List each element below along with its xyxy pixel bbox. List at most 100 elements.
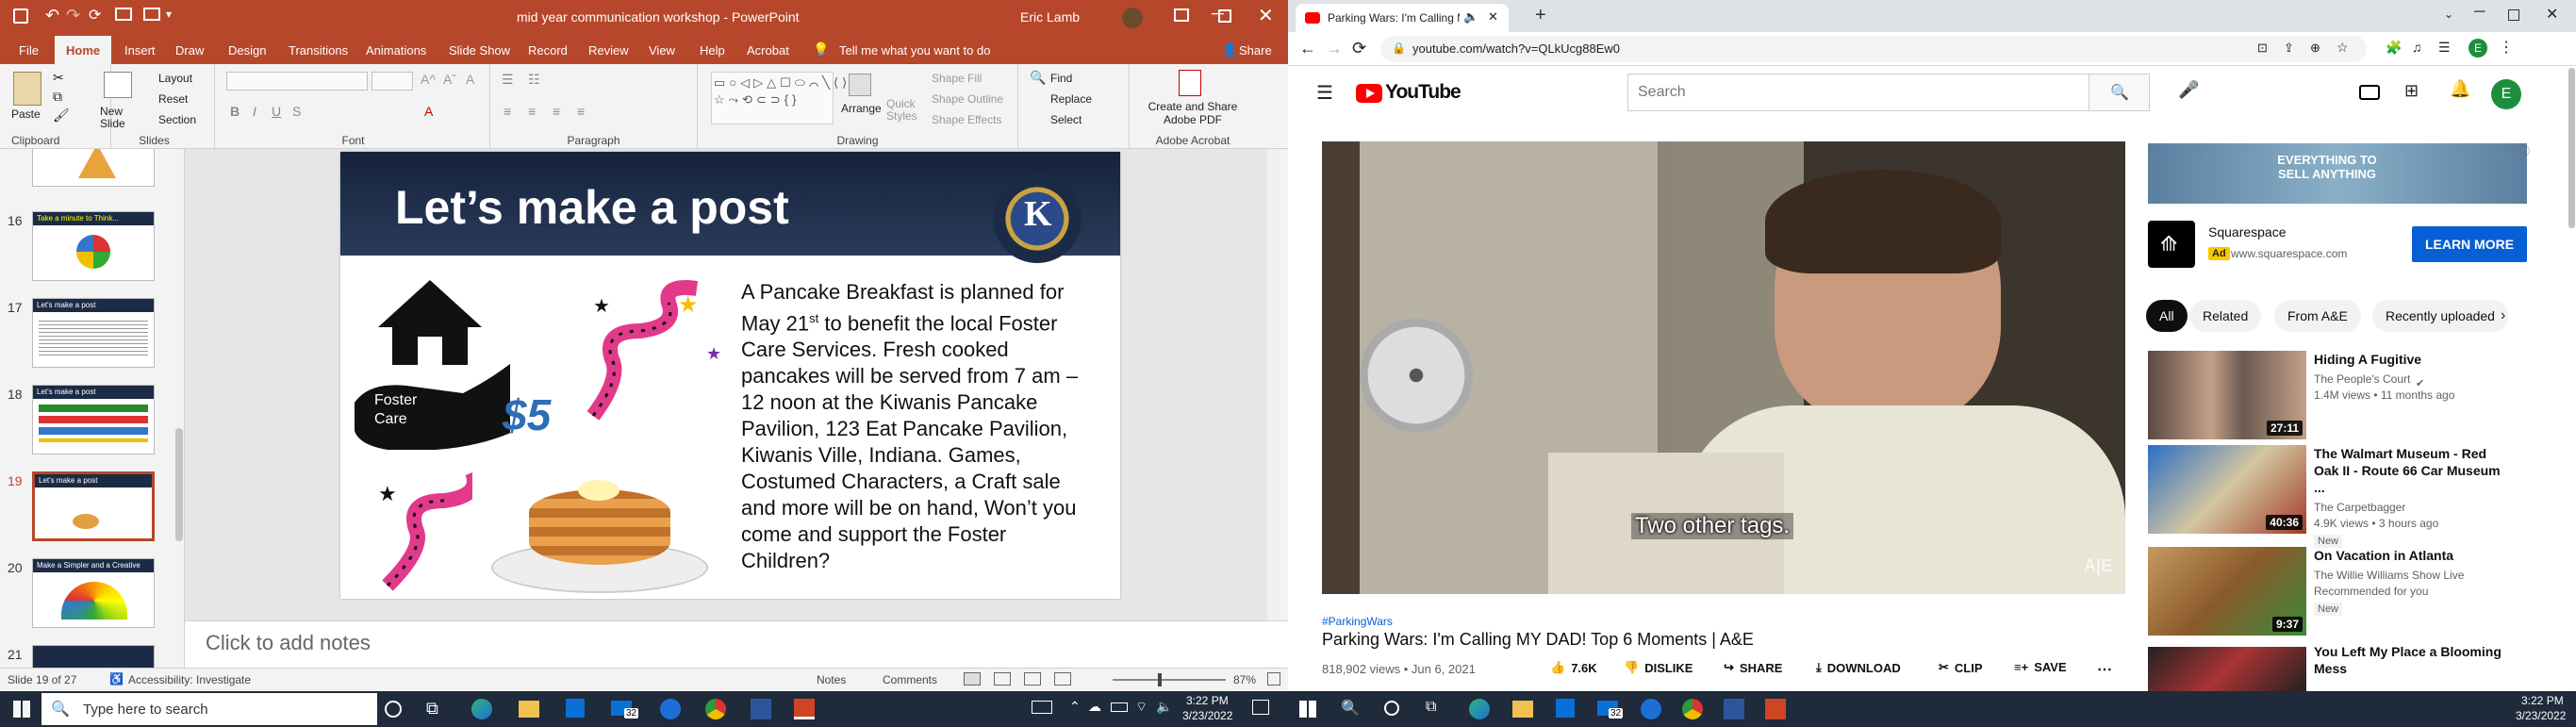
cut-icon[interactable]: ✂ <box>53 70 64 86</box>
video-player[interactable]: Two other tags. A|E <box>1322 141 2125 594</box>
ad-url[interactable]: www.squarespace.com <box>2231 247 2347 260</box>
tell-me-search[interactable]: Tell me what you want to do <box>839 43 990 58</box>
thumb-scrollbar[interactable] <box>175 428 183 541</box>
refresh-icon[interactable]: ⟳ <box>89 6 101 25</box>
save-button[interactable]: ≡+ SAVE <box>2014 660 2067 674</box>
menu-transitions[interactable]: Transitions <box>289 43 348 58</box>
arrange-button[interactable]: Arrange <box>841 102 882 115</box>
cortana-icon[interactable] <box>1384 701 1399 716</box>
format-painter-icon[interactable]: 🖌 <box>53 107 70 124</box>
slide-thumb-21[interactable] <box>32 645 155 668</box>
like-button[interactable]: 👍 7.6K <box>1550 660 1597 675</box>
forward-icon[interactable]: → <box>1326 39 1343 58</box>
new-slide-icon[interactable] <box>104 72 132 98</box>
rec-thumbnail-4[interactable] <box>2148 647 2306 691</box>
keyboard-icon[interactable] <box>1032 701 1052 714</box>
clock-time[interactable]: 3:22 PM <box>2521 694 2564 707</box>
chrome-menu-icon[interactable]: ⋮ <box>2499 38 2514 57</box>
slide-thumbnail-panel[interactable]: 16 Take a minute to Think... 17 Let's ma… <box>0 149 185 668</box>
shape-fill-button[interactable]: Shape Fill <box>932 72 982 85</box>
clock-date[interactable]: 3/23/2022 <box>2516 709 2566 722</box>
windows-start-icon[interactable] <box>1299 701 1316 718</box>
hamburger-menu-icon[interactable]: ☰ <box>1316 81 1333 105</box>
menu-review[interactable]: Review <box>588 43 629 58</box>
extensions-icon[interactable]: 🧩 <box>2386 40 2402 56</box>
tab-search-icon[interactable]: ⌄ <box>2444 8 2453 21</box>
zoom-thumb[interactable] <box>1158 673 1162 686</box>
pdf-icon[interactable] <box>1179 70 1201 96</box>
word-icon[interactable] <box>751 699 771 719</box>
slide-thumb-19-selected[interactable]: Let's make a post <box>32 471 155 541</box>
apps-grid-icon[interactable]: ⊞ <box>2404 81 2419 101</box>
youtube-logo-text[interactable]: YouTube <box>1385 81 1461 104</box>
page-scrollbar[interactable] <box>2568 68 2575 228</box>
paste-button[interactable]: Paste <box>11 107 41 121</box>
align-left-icon[interactable]: ≡ <box>504 104 511 119</box>
notification-icon[interactable] <box>1252 700 1269 715</box>
strike-icon[interactable]: S <box>292 104 301 119</box>
battery-icon[interactable] <box>1111 702 1128 712</box>
bullets-icon[interactable]: ☰ <box>502 72 514 88</box>
store-icon[interactable] <box>566 699 585 718</box>
tab-close-icon[interactable]: ✕ <box>1488 9 1498 25</box>
tray-chevron-icon[interactable]: ⌃ <box>1069 699 1081 715</box>
minimize-icon[interactable]: ─ <box>2474 4 2485 21</box>
notes-toggle[interactable]: Notes <box>817 673 846 686</box>
sorter-view-icon[interactable] <box>994 672 1011 686</box>
powerpoint-taskbar-icon[interactable] <box>1765 699 1786 719</box>
quick-styles-button[interactable]: Quick Styles <box>886 98 924 123</box>
taskbar-search[interactable]: 🔍 Type here to search <box>41 693 377 725</box>
accessibility-icon[interactable]: ♿ <box>109 672 124 686</box>
notes-pane[interactable]: Click to add notes <box>185 620 1288 668</box>
chrome-icon[interactable] <box>705 699 726 719</box>
slide-title[interactable]: Let’s make a post <box>395 180 789 235</box>
chrome-icon[interactable] <box>1682 699 1703 719</box>
select-button[interactable]: Select <box>1050 113 1082 126</box>
network-icon[interactable]: ⌔ <box>1135 699 1148 716</box>
reset-button[interactable]: Reset <box>158 92 188 106</box>
clear-format-icon[interactable]: A <box>466 72 474 87</box>
dislike-button[interactable]: 👎 DISLIKE <box>1624 660 1693 675</box>
slideshow-icon[interactable] <box>115 8 132 21</box>
shape-effects-button[interactable]: Shape Effects <box>932 113 1002 126</box>
shapes-gallery[interactable]: ▭○◁▷△☐⬭⌒╲⟨⟩☆⤳⟲⊂⊃{} <box>711 72 847 124</box>
clip-button[interactable]: ✂ CLIP <box>1939 660 1983 675</box>
numbering-icon[interactable]: ☷ <box>528 72 540 88</box>
chip-recently-uploaded[interactable]: Recently uploaded <box>2372 300 2508 332</box>
font-color-icon[interactable]: A <box>424 104 433 119</box>
clock-time[interactable]: 3:22 PM <box>1186 694 1229 707</box>
youtube-search-box[interactable]: Search <box>1627 74 2089 111</box>
clock-date[interactable]: 3/23/2022 <box>1182 709 1232 722</box>
word-icon[interactable] <box>1724 699 1744 719</box>
normal-view-icon[interactable] <box>964 672 981 686</box>
app-icon-blue[interactable] <box>660 699 681 719</box>
rec-info-2[interactable]: The Walmart Museum - Red Oak II - Route … <box>2314 445 2512 548</box>
shrink-font-icon[interactable]: Aˇ <box>443 72 456 87</box>
new-slide-button[interactable]: New Slide <box>100 106 138 130</box>
menu-draw[interactable]: Draw <box>175 43 204 58</box>
chip-related[interactable]: Related <box>2189 300 2262 332</box>
slide-thumb-17[interactable]: Let's make a post <box>32 298 155 368</box>
arrange-icon[interactable] <box>849 74 871 96</box>
autosave-icon[interactable] <box>13 8 28 24</box>
menu-animations[interactable]: Animations <box>366 43 426 58</box>
slide-body-text[interactable]: A Pancake Breakfast is planned for May 2… <box>741 279 1099 574</box>
underline-icon[interactable]: U <box>272 104 281 119</box>
layout-button[interactable]: Layout <box>158 72 192 85</box>
youtube-avatar[interactable]: E <box>2491 79 2521 109</box>
slide-thumb-18[interactable]: Let's make a post <box>32 385 155 454</box>
share-icon[interactable]: 👤 <box>1222 42 1237 58</box>
replace-button[interactable]: Replace <box>1050 92 1092 106</box>
lock-icon[interactable]: 🔒 <box>1392 41 1406 55</box>
slideshow-view-icon[interactable] <box>1054 672 1071 686</box>
app-icon-blue[interactable] <box>1641 699 1661 719</box>
media-icon[interactable]: ♫ <box>2412 40 2422 55</box>
share-button[interactable]: ↪ SHARE <box>1724 660 1782 675</box>
close-icon[interactable]: ✕ <box>1258 4 1274 27</box>
ad-advertiser-name[interactable]: Squarespace <box>2208 224 2287 240</box>
notifications-bell-icon[interactable]: 🔔 <box>2450 79 2470 99</box>
file-explorer-icon[interactable] <box>1512 701 1533 718</box>
user-avatar[interactable] <box>1122 8 1143 28</box>
customize-qat-icon[interactable]: ▾ <box>166 8 172 21</box>
slide-19[interactable]: Let’s make a post K Foster Care $5 ★ ★ ★… <box>340 152 1120 599</box>
